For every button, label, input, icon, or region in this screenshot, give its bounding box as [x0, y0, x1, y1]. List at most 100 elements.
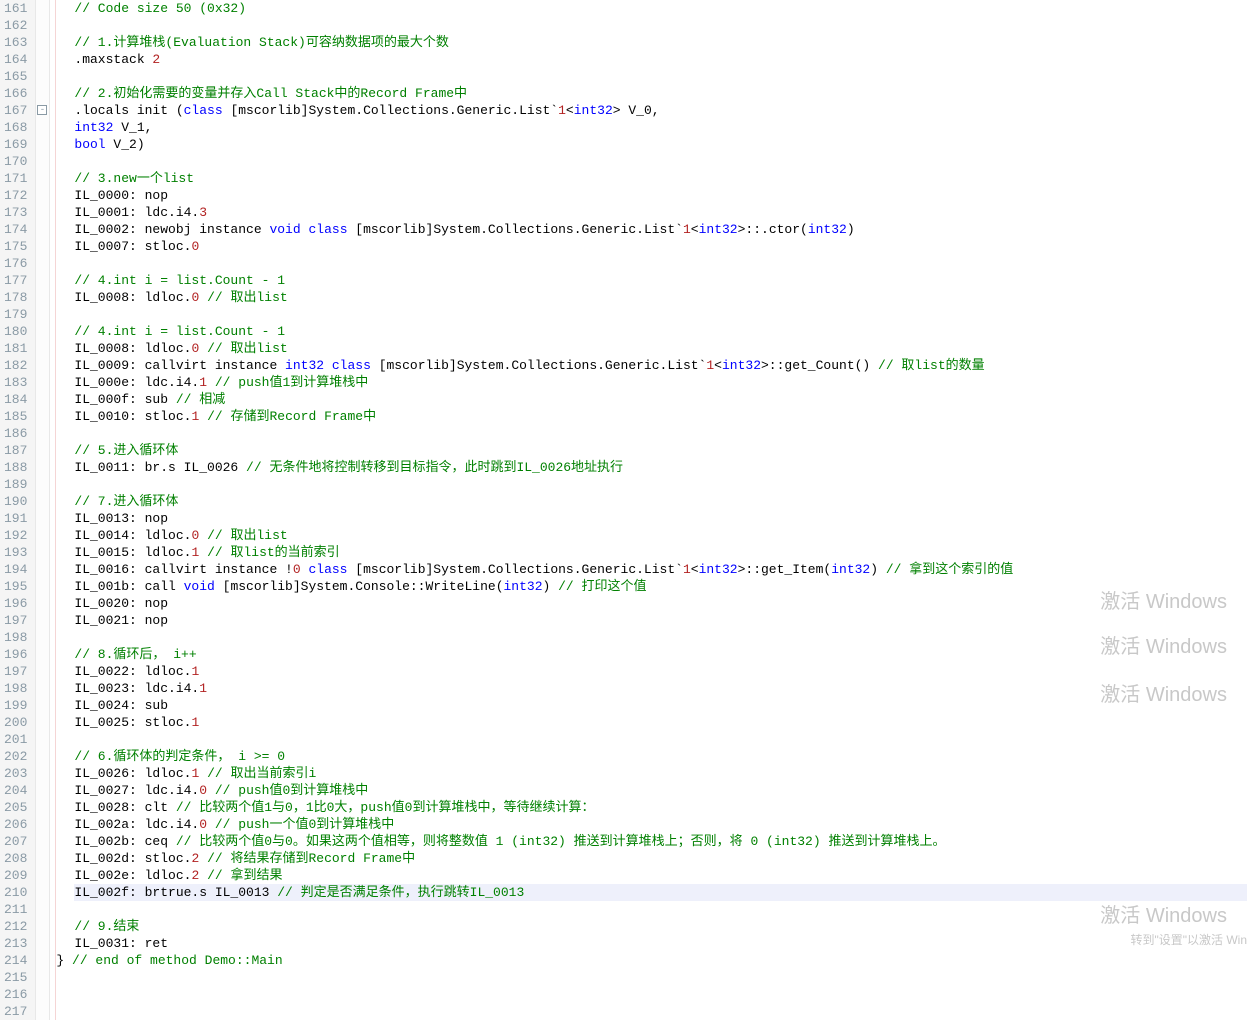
code-line[interactable]: IL_0008: ldloc.0 // 取出list: [74, 289, 1247, 306]
code-line[interactable]: IL_0007: stloc.0: [74, 238, 1247, 255]
code-line[interactable]: .locals init (class [mscorlib]System.Col…: [74, 102, 1247, 119]
token: int32: [808, 222, 847, 237]
line-number: 189: [4, 476, 27, 493]
line-number: 199: [4, 697, 27, 714]
token: int32: [722, 358, 761, 373]
code-line[interactable]: [74, 255, 1247, 272]
code-line[interactable]: IL_0011: br.s IL_0026 // 无条件地将控制转移到目标指令，…: [74, 459, 1247, 476]
code-line[interactable]: IL_0028: clt // 比较两个值1与0，1比0大，push值0到计算堆…: [74, 799, 1247, 816]
code-line[interactable]: bool V_2): [74, 136, 1247, 153]
code-line[interactable]: IL_002a: ldc.i4.0 // push一个值0到计算堆栈中: [74, 816, 1247, 833]
line-number: 169: [4, 136, 27, 153]
token: IL_002a: ldc.i4.: [74, 817, 199, 832]
code-line[interactable]: // 1.计算堆栈(Evaluation Stack)可容纳数据项的最大个数: [74, 34, 1247, 51]
code-line[interactable]: [74, 153, 1247, 170]
line-number: 182: [4, 357, 27, 374]
code-line[interactable]: // 4.int i = list.Count - 1: [74, 272, 1247, 289]
code-line[interactable]: [74, 17, 1247, 34]
code-line[interactable]: IL_0020: nop: [74, 595, 1247, 612]
fold-toggle-icon[interactable]: -: [37, 105, 47, 115]
code-line[interactable]: IL_0015: ldloc.1 // 取list的当前索引: [74, 544, 1247, 561]
code-line[interactable]: IL_001b: call void [mscorlib]System.Cons…: [74, 578, 1247, 595]
line-number: 210: [4, 884, 27, 901]
line-number: 188: [4, 459, 27, 476]
code-line[interactable]: // 4.int i = list.Count - 1: [74, 323, 1247, 340]
token: ): [543, 579, 559, 594]
code-line[interactable]: // 6.循环体的判定条件， i >= 0: [74, 748, 1247, 765]
code-line[interactable]: IL_002d: stloc.2 // 将结果存储到Record Frame中: [74, 850, 1247, 867]
code-line[interactable]: int32 V_1,: [74, 119, 1247, 136]
code-line[interactable]: IL_002b: ceq // 比较两个值0与0。如果这两个值相等，则将整数值 …: [74, 833, 1247, 850]
token: // 比较两个值0与0。如果这两个值相等，则将整数值 1 (int32) 推送到…: [176, 834, 946, 849]
line-number: 190: [4, 493, 27, 510]
code-line[interactable]: IL_0000: nop: [74, 187, 1247, 204]
line-number: 187: [4, 442, 27, 459]
code-line[interactable]: // 3.new一个list: [74, 170, 1247, 187]
code-line[interactable]: // 5.进入循环体: [74, 442, 1247, 459]
code-line[interactable]: // 2.初始化需要的变量并存入Call Stack中的Record Frame…: [74, 85, 1247, 102]
code-line[interactable]: IL_0010: stloc.1 // 存储到Record Frame中: [74, 408, 1247, 425]
code-line[interactable]: IL_0024: sub: [74, 697, 1247, 714]
code-line[interactable]: IL_0002: newobj instance void class [msc…: [74, 221, 1247, 238]
code-line[interactable]: IL_0013: nop: [74, 510, 1247, 527]
code-line[interactable]: [74, 1003, 1247, 1020]
code-line[interactable]: IL_0031: ret: [74, 935, 1247, 952]
token: // 无条件地将控制转移到目标指令，此时跳到IL_0026地址执行: [246, 460, 623, 475]
token: IL_0025: stloc.: [74, 715, 191, 730]
code-line[interactable]: IL_0022: ldloc.1: [74, 663, 1247, 680]
token: [207, 817, 215, 832]
line-number: 171: [4, 170, 27, 187]
fold-column[interactable]: -: [36, 0, 50, 1020]
token: IL_001b: call: [74, 579, 183, 594]
code-line[interactable]: [74, 969, 1247, 986]
code-line[interactable]: IL_0016: callvirt instance !0 class [msc…: [74, 561, 1247, 578]
code-line[interactable]: } // end of method Demo::Main: [56, 952, 1247, 969]
token: [199, 545, 207, 560]
line-number: 208: [4, 850, 27, 867]
code-line[interactable]: [74, 68, 1247, 85]
token: <: [691, 222, 699, 237]
token: // 7.进入循环体: [74, 494, 178, 509]
code-line[interactable]: IL_0023: ldc.i4.1: [74, 680, 1247, 697]
code-line[interactable]: [74, 731, 1247, 748]
token: // push值1到计算堆栈中: [215, 375, 368, 390]
line-number: 198: [4, 629, 27, 646]
line-number: 180: [4, 323, 27, 340]
token: ): [847, 222, 855, 237]
code-editor[interactable]: 1611621631641651661671681691701711721731…: [0, 0, 1247, 1020]
code-line[interactable]: IL_002e: ldloc.2 // 拿到结果: [74, 867, 1247, 884]
token: // 打印这个值: [558, 579, 646, 594]
code-line[interactable]: IL_0027: ldc.i4.0 // push值0到计算堆栈中: [74, 782, 1247, 799]
code-line[interactable]: .maxstack 2: [74, 51, 1247, 68]
code-line[interactable]: [74, 306, 1247, 323]
code-line[interactable]: IL_002f: brtrue.s IL_0013 // 判定是否满足条件，执行…: [74, 884, 1247, 901]
code-line[interactable]: // 7.进入循环体: [74, 493, 1247, 510]
code-line[interactable]: [74, 901, 1247, 918]
code-line[interactable]: IL_0009: callvirt instance int32 class […: [74, 357, 1247, 374]
code-line[interactable]: IL_000f: sub // 相减: [74, 391, 1247, 408]
code-line[interactable]: [74, 629, 1247, 646]
token: 1: [191, 715, 199, 730]
code-line[interactable]: [74, 986, 1247, 1003]
code-line[interactable]: // Code size 50 (0x32): [74, 0, 1247, 17]
code-line[interactable]: IL_0021: nop: [74, 612, 1247, 629]
code-line[interactable]: IL_000e: ldc.i4.1 // push值1到计算堆栈中: [74, 374, 1247, 391]
code-line[interactable]: // 8.循环后， i++: [74, 646, 1247, 663]
token: // 取list的当前索引: [207, 545, 340, 560]
code-line[interactable]: [74, 476, 1247, 493]
token: <: [714, 358, 722, 373]
code-line[interactable]: IL_0001: ldc.i4.3: [74, 204, 1247, 221]
code-line[interactable]: [74, 425, 1247, 442]
code-line[interactable]: IL_0014: ldloc.0 // 取出list: [74, 527, 1247, 544]
code-line[interactable]: IL_0026: ldloc.1 // 取出当前索引i: [74, 765, 1247, 782]
line-number: 172: [4, 187, 27, 204]
line-number: 192: [4, 527, 27, 544]
code-line[interactable]: IL_0025: stloc.1: [74, 714, 1247, 731]
token: ): [870, 562, 886, 577]
code-line[interactable]: // 9.结束: [74, 918, 1247, 935]
code-area[interactable]: // Code size 50 (0x32) // 1.计算堆栈(Evaluati…: [56, 0, 1247, 1020]
token: void: [184, 579, 215, 594]
line-number-gutter[interactable]: 1611621631641651661671681691701711721731…: [0, 0, 36, 1020]
line-number: 178: [4, 289, 27, 306]
code-line[interactable]: IL_0008: ldloc.0 // 取出list: [74, 340, 1247, 357]
